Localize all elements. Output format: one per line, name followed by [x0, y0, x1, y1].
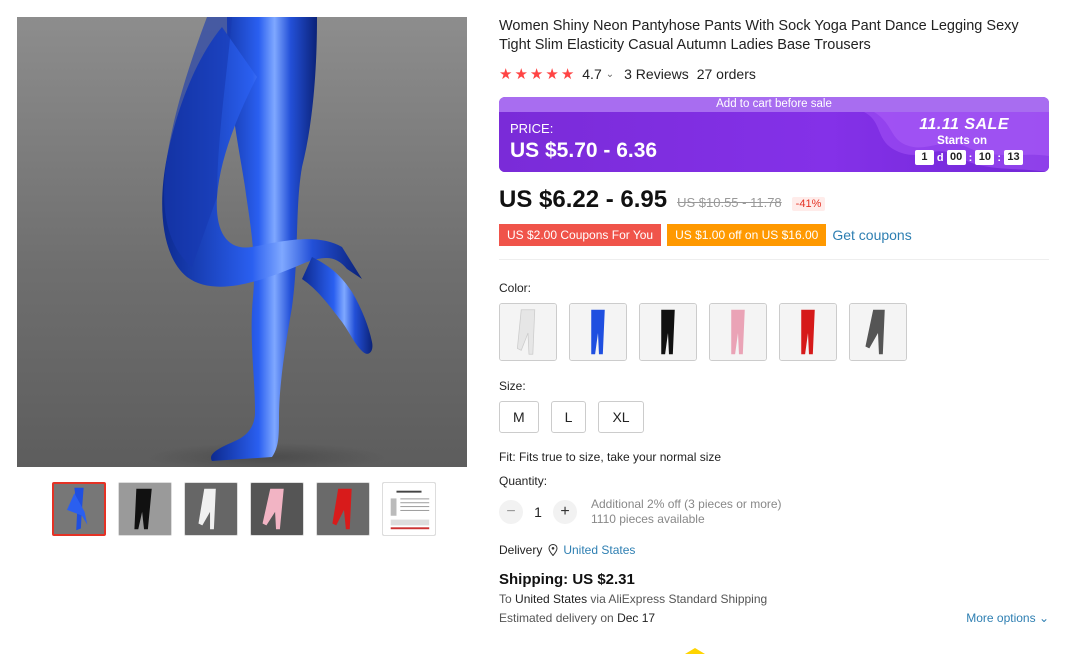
- sale-event-name: 11.11 SALE: [919, 116, 1009, 133]
- banner-top-text: Add to cart before sale: [499, 97, 1049, 112]
- size-label: Size:: [499, 379, 526, 393]
- more-options-link[interactable]: More options ⌄: [966, 611, 1049, 625]
- shipping-method: To United States via AliExpress Standard…: [499, 592, 1049, 606]
- color-swatch-blue[interactable]: [569, 303, 627, 361]
- get-coupons-link[interactable]: Get coupons: [832, 227, 911, 243]
- quantity-stepper: − 1 + Additional 2% off (3 pieces or mor…: [499, 497, 1049, 527]
- more-options-label: More options: [966, 611, 1036, 625]
- quantity-discount-note: Additional 2% off (3 pieces or more): [591, 497, 782, 511]
- quantity-info: Additional 2% off (3 pieces or more) 111…: [591, 497, 782, 527]
- chevron-down-icon: ⌄: [1038, 611, 1049, 625]
- current-price: US $6.22 - 6.95: [499, 186, 668, 213]
- price-row: US $6.22 - 6.95 US $10.55 - 11.78 -41%: [499, 186, 1049, 214]
- star-icon: ★: [529, 65, 544, 83]
- orders-count: 27 orders: [696, 66, 756, 82]
- delivery-eta-prefix: Estimated delivery on: [499, 611, 614, 625]
- sale-banner[interactable]: Add to cart before sale PRICE: US $5.70 …: [499, 97, 1049, 172]
- sale-starts-label: Starts on: [937, 135, 987, 147]
- color-swatch-pink[interactable]: [709, 303, 767, 361]
- delivery-eta: Estimated delivery on Dec 17: [499, 611, 655, 625]
- thumb-pink-leggings[interactable]: [250, 482, 304, 536]
- star-icon: ★: [545, 65, 559, 83]
- color-swatch-grey[interactable]: [849, 303, 907, 361]
- stock-available: 1110 pieces available: [591, 512, 705, 526]
- thumb-red-leggings[interactable]: [316, 482, 370, 536]
- delivery-label: Delivery: [499, 543, 543, 557]
- color-swatch-red[interactable]: [779, 303, 837, 361]
- color-swatches: [499, 303, 1049, 361]
- color-swatch-white[interactable]: [499, 303, 557, 361]
- color-swatch-black[interactable]: [639, 303, 697, 361]
- delivery-eta-row: Estimated delivery on Dec 17 More option…: [499, 611, 1049, 625]
- location-pin-icon: [548, 544, 558, 556]
- thumb-white-leggings[interactable]: [184, 482, 238, 536]
- rating-stars: ★ ★ ★ ★ ★: [499, 67, 574, 82]
- thumbnail-strip: [52, 482, 436, 536]
- thumb-black-leggings[interactable]: [118, 482, 172, 536]
- countdown-separator: :: [968, 151, 973, 164]
- coupon-store[interactable]: US $2.00 Coupons For You: [499, 224, 662, 246]
- banner-sale-price: US $5.70 - 6.36: [510, 139, 658, 162]
- shipping-to-prefix: To: [499, 592, 512, 606]
- countdown-days-unit: d: [936, 151, 944, 164]
- banner-price-label: PRICE:: [510, 121, 554, 136]
- rating-value[interactable]: 4.7: [582, 66, 601, 82]
- size-option-xl[interactable]: XL: [598, 401, 644, 433]
- shipping-country: United States: [515, 592, 588, 606]
- spark-icon: [685, 648, 705, 654]
- divider: [499, 259, 1049, 260]
- delivery-location-link[interactable]: United States: [563, 543, 635, 557]
- star-icon: ★: [560, 65, 575, 83]
- fit-info: Fit: Fits true to size, take your normal…: [499, 450, 722, 464]
- size-option-m[interactable]: M: [499, 401, 539, 433]
- quantity-increase-button[interactable]: +: [553, 500, 577, 524]
- delivery-eta-date: Dec 17: [617, 611, 656, 625]
- coupon-row: US $2.00 Coupons For You US $1.00 off on…: [499, 224, 1049, 246]
- countdown-minutes: 10: [975, 150, 995, 165]
- size-options: M L XL: [499, 401, 1049, 433]
- thumb-blue-leggings[interactable]: [52, 482, 106, 536]
- product-info: Women Shiny Neon Pantyhose Pants With So…: [499, 17, 1049, 625]
- countdown-hours: 00: [946, 150, 966, 165]
- countdown-days: 1: [914, 150, 934, 165]
- quantity-label: Quantity:: [499, 474, 548, 488]
- shipping-carrier: via AliExpress Standard Shipping: [590, 592, 768, 606]
- shipping-cost: Shipping: US $2.31: [499, 571, 635, 588]
- reviews-link[interactable]: 3 Reviews: [624, 66, 689, 82]
- thumb-size-chart[interactable]: [382, 482, 436, 536]
- discount-badge: -41%: [791, 197, 826, 211]
- star-icon: ★: [499, 65, 513, 83]
- main-product-image[interactable]: [17, 17, 467, 467]
- chevron-down-icon[interactable]: ⌄: [606, 69, 614, 80]
- delivery-row: Delivery United States: [499, 543, 1049, 557]
- rating-row: ★ ★ ★ ★ ★ 4.7 ⌄ 3 Reviews 27 orders: [499, 65, 1049, 83]
- quantity-decrease-button[interactable]: −: [499, 500, 523, 524]
- countdown-seconds: 13: [1004, 150, 1023, 165]
- coupon-select[interactable]: US $1.00 off on US $16.00: [667, 224, 827, 246]
- star-icon: ★: [514, 65, 528, 83]
- product-title: Women Shiny Neon Pantyhose Pants With So…: [499, 18, 1019, 53]
- quantity-value[interactable]: 1: [523, 504, 553, 520]
- banner-body: PRICE: US $5.70 - 6.36 11.11 SALE Starts…: [499, 112, 1049, 172]
- sale-countdown: 1 d 00 : 10 : 13: [914, 150, 1023, 165]
- color-label: Color:: [499, 281, 532, 295]
- countdown-separator: :: [997, 151, 1001, 164]
- original-price: US $10.55 - 11.78: [677, 195, 782, 210]
- size-option-l[interactable]: L: [550, 401, 587, 433]
